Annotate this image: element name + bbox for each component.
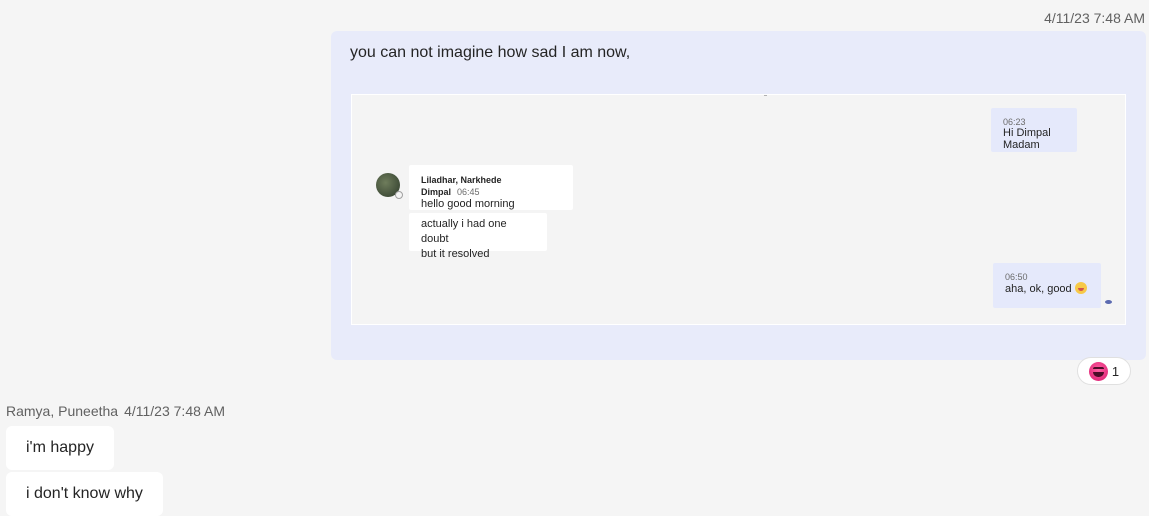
screenshot-message-line: but it resolved [421,248,490,260]
sender-name: Ramya, Puneetha [6,403,119,419]
screenshot-outgoing-message: 06:23 Hi Dimpal Madam [991,108,1077,152]
attached-screenshot[interactable]: 06:23 Hi Dimpal Madam Liladhar, Narkhede… [351,94,1126,325]
own-message-timestamp: 4/11/23 7:48 AM [1044,10,1145,26]
screenshot-message-text: hello good morning [421,198,515,210]
own-message-text: you can not imagine how sad I am now, [350,44,631,61]
screenshot-incoming-message: actually i had one doubt but it resolved [409,213,547,260]
incoming-message-text: i don't know why [26,485,143,502]
screenshot-avatar [376,173,403,199]
laughing-face-icon [1088,361,1108,381]
presence-status-icon [395,191,403,199]
screenshot-message-time: 06:50 [1005,272,1028,282]
grinning-face-icon [1074,282,1087,294]
reaction-count: 1 [1111,363,1120,379]
screenshot-message-text: Hi Dimpal Madam [1003,127,1051,151]
reaction-button[interactable]: 1 [1077,357,1131,385]
screenshot-outgoing-message: 06:50 aha, ok, good [993,263,1101,308]
incoming-message-bubble[interactable]: i don't know why [6,472,163,516]
screenshot-message-time: 06:45 [457,187,480,197]
incoming-message-text: i'm happy [26,439,94,456]
own-message-bubble[interactable]: you can not imagine how sad I am now, 06… [331,31,1146,360]
screenshot-message-line: actually i had one doubt [421,218,507,245]
incoming-message-timestamp: 4/11/23 7:48 AM [124,403,226,419]
screenshot-incoming-message: Liladhar, Narkhede Dimpal 06:45 hello goo… [409,165,573,210]
screenshot-edge-mark [764,92,767,96]
screenshot-message-text: aha, ok, good [1005,283,1072,295]
screenshot-message-time: 06:23 [1003,117,1026,127]
seen-eye-icon [1105,300,1112,304]
incoming-message-bubble[interactable]: i'm happy [6,426,114,470]
incoming-message-header: Ramya, Puneetha 4/11/23 7:48 AM [6,403,225,419]
